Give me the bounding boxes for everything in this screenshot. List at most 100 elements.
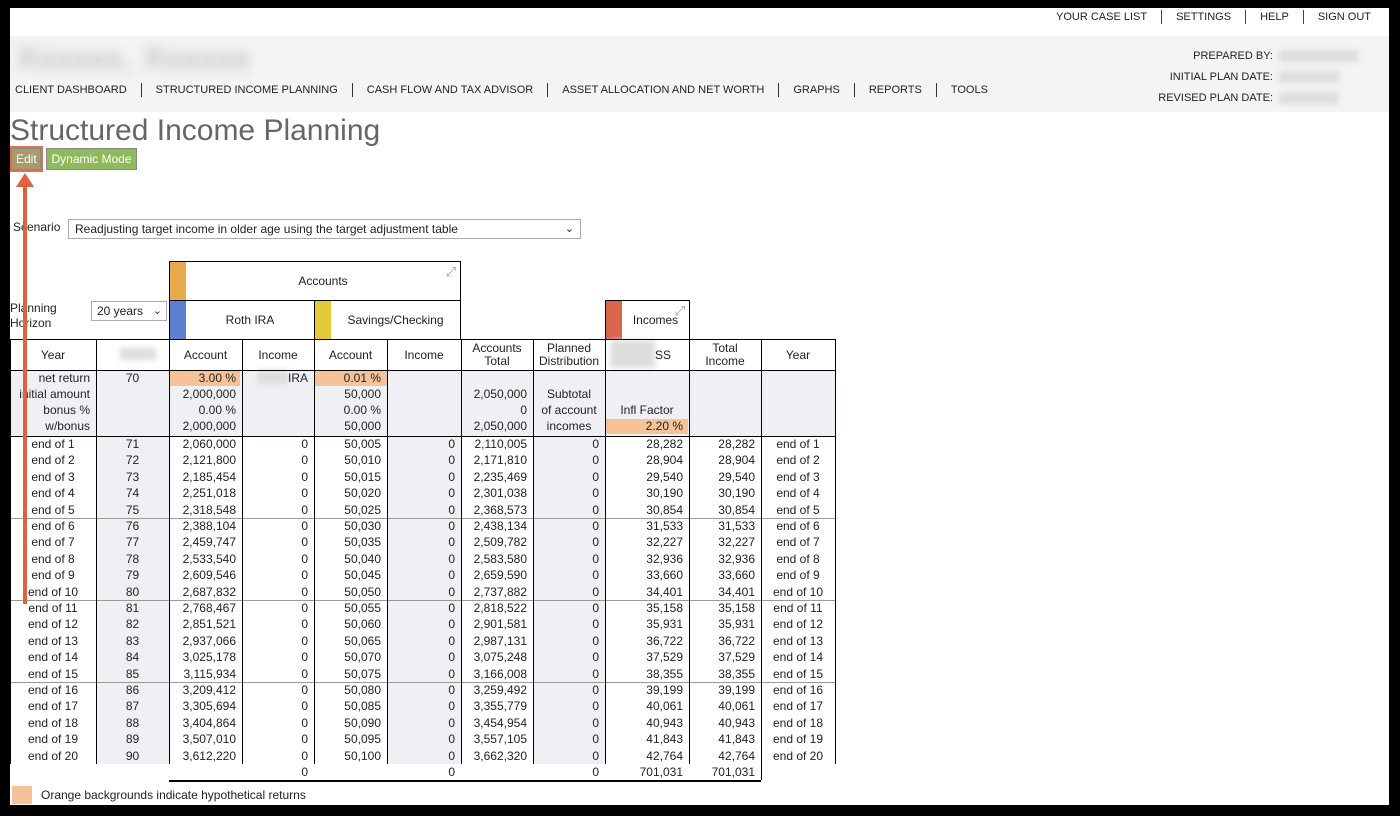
column-header[interactable]: SS bbox=[605, 340, 689, 370]
savings-account: 50,095 bbox=[344, 732, 381, 747]
savings-income: 0 bbox=[448, 535, 455, 550]
total-planned: 0 bbox=[592, 765, 599, 779]
nav-reports[interactable]: REPORTS bbox=[853, 83, 936, 97]
roth-income: 0 bbox=[301, 633, 308, 648]
scenario-select[interactable]: Readjusting target income in older age u… bbox=[68, 219, 581, 239]
savings-param: 0.00 % bbox=[343, 403, 381, 417]
scenario-label: Scenario bbox=[13, 220, 61, 234]
nav-client-dashboard[interactable]: CLIENT DASHBOARD bbox=[10, 83, 141, 97]
column-header[interactable]: Income bbox=[242, 340, 314, 370]
savings-checking-title: Savings/Checking bbox=[347, 313, 444, 327]
roth-account: 2,251,018 bbox=[182, 486, 236, 501]
ss-income: 34,401 bbox=[646, 584, 683, 599]
ss-income: 37,529 bbox=[646, 650, 683, 665]
savings-income: 0 bbox=[448, 683, 455, 697]
savings-income: 0 bbox=[448, 650, 455, 665]
ss-income: 40,943 bbox=[646, 715, 683, 730]
incomes-group-header: Incomes ⤢ bbox=[605, 300, 690, 340]
total-income: 35,931 bbox=[718, 617, 755, 632]
main-nav: CLIENT DASHBOARD STRUCTURED INCOME PLANN… bbox=[10, 83, 1002, 97]
year-label-right: end of 12 bbox=[772, 617, 824, 632]
nav-graphs[interactable]: GRAPHS bbox=[778, 83, 853, 97]
your-case-list-link[interactable]: YOUR CASE LIST bbox=[1042, 10, 1161, 24]
collapse-icon[interactable]: ⤢ bbox=[446, 264, 456, 280]
planned-distribution: 0 bbox=[592, 699, 599, 714]
ss-income: 40,061 bbox=[646, 699, 683, 714]
accounts-color-swatch bbox=[170, 262, 186, 300]
column-header[interactable]: Income bbox=[387, 340, 461, 370]
help-link[interactable]: HELP bbox=[1245, 10, 1303, 24]
roth-param: 0.00 % bbox=[198, 403, 236, 417]
sign-out-link[interactable]: SIGN OUT bbox=[1302, 10, 1385, 24]
nav-cash-flow-tax-advisor[interactable]: CASH FLOW AND TAX ADVISOR bbox=[351, 83, 547, 97]
year-label-right: end of 3 bbox=[776, 469, 820, 484]
chevron-down-icon: ⌄ bbox=[564, 223, 574, 235]
param-label: w/bonus bbox=[45, 419, 90, 433]
roth-income: 0 bbox=[301, 666, 308, 681]
year-label-right: end of 19 bbox=[772, 732, 824, 747]
roth-account: 3,305,694 bbox=[182, 699, 236, 714]
collapse-icon[interactable]: ⤢ bbox=[675, 303, 685, 319]
total-income: 31,533 bbox=[718, 519, 755, 533]
total-income: 41,843 bbox=[718, 732, 755, 747]
nav-structured-income-planning[interactable]: STRUCTURED INCOME PLANNING bbox=[140, 83, 352, 97]
column-header[interactable]: Account bbox=[314, 340, 387, 370]
column-header[interactable]: Planned Distribution bbox=[533, 340, 605, 370]
ss-income: 32,936 bbox=[646, 551, 683, 566]
year-label-right: end of 13 bbox=[772, 633, 824, 648]
nav-asset-allocation[interactable]: ASSET ALLOCATION AND NET WORTH bbox=[547, 83, 778, 97]
settings-link[interactable]: SETTINGS bbox=[1161, 10, 1245, 24]
accounts-total-param: 2,050,000 bbox=[473, 387, 527, 401]
chevron-down-icon: ⌄ bbox=[152, 305, 162, 317]
planned-distribution: 0 bbox=[592, 551, 599, 566]
edit-button[interactable]: Edit bbox=[10, 146, 43, 172]
age: 88 bbox=[125, 715, 140, 730]
planned-param: of account bbox=[541, 403, 597, 417]
planned-distribution: 0 bbox=[592, 486, 599, 501]
nav-tools[interactable]: TOOLS bbox=[935, 83, 1002, 97]
savings-param[interactable]: 0.01 % bbox=[314, 370, 381, 386]
roth-param[interactable]: 3.00 % bbox=[169, 370, 236, 386]
savings-income: 0 bbox=[448, 699, 455, 714]
total-income: 34,401 bbox=[718, 584, 755, 599]
age: 71 bbox=[125, 437, 140, 451]
ss-param: Infl Factor bbox=[620, 403, 674, 417]
roth-income: 0 bbox=[301, 453, 308, 468]
savings-income: 0 bbox=[448, 486, 455, 501]
incomes-color-swatch bbox=[606, 301, 622, 339]
roth-income: 0 bbox=[301, 715, 308, 730]
roth-account: 2,609,546 bbox=[182, 568, 236, 583]
year-label: end of 14 bbox=[27, 650, 79, 665]
roth-param: 2,000,000 bbox=[182, 419, 236, 433]
accounts-total: 3,662,320 bbox=[473, 748, 527, 763]
year-label-right: end of 9 bbox=[776, 568, 820, 583]
infl-factor-input[interactable]: 2.20 % bbox=[605, 418, 683, 434]
initial-date-value-redacted bbox=[1279, 71, 1339, 83]
accounts-total: 3,166,008 bbox=[473, 666, 527, 681]
column-header[interactable]: Year bbox=[761, 340, 835, 370]
planned-distribution: 0 bbox=[592, 519, 599, 533]
accounts-total: 2,368,573 bbox=[473, 502, 527, 517]
roth-account: 2,388,104 bbox=[182, 519, 236, 533]
savings-color-swatch bbox=[315, 301, 331, 339]
age: 76 bbox=[125, 519, 140, 533]
savings-checking-header: Savings/Checking bbox=[314, 300, 461, 340]
savings-income: 0 bbox=[448, 748, 455, 763]
roth-income: 0 bbox=[301, 551, 308, 566]
accounts-group-title: Accounts bbox=[298, 274, 348, 288]
accounts-total: 2,737,882 bbox=[473, 584, 527, 599]
dynamic-mode-button[interactable]: Dynamic Mode bbox=[46, 148, 137, 170]
column-header[interactable]: Total Income bbox=[689, 340, 761, 370]
planned-distribution: 0 bbox=[592, 683, 599, 697]
year-label: end of 15 bbox=[27, 666, 79, 681]
accounts-total: 2,301,038 bbox=[473, 486, 527, 501]
page-title: Structured Income Planning bbox=[10, 114, 381, 147]
column-header[interactable]: Account bbox=[169, 340, 242, 370]
total-income: 35,158 bbox=[718, 601, 755, 615]
savings-account: 50,020 bbox=[344, 486, 381, 501]
roth-income: 0 bbox=[301, 683, 308, 697]
column-header[interactable]: Accounts Total bbox=[461, 340, 533, 370]
planning-horizon-select[interactable]: 20 years ⌄ bbox=[91, 301, 167, 321]
savings-income: 0 bbox=[448, 453, 455, 468]
roth-income: 0 bbox=[301, 486, 308, 501]
